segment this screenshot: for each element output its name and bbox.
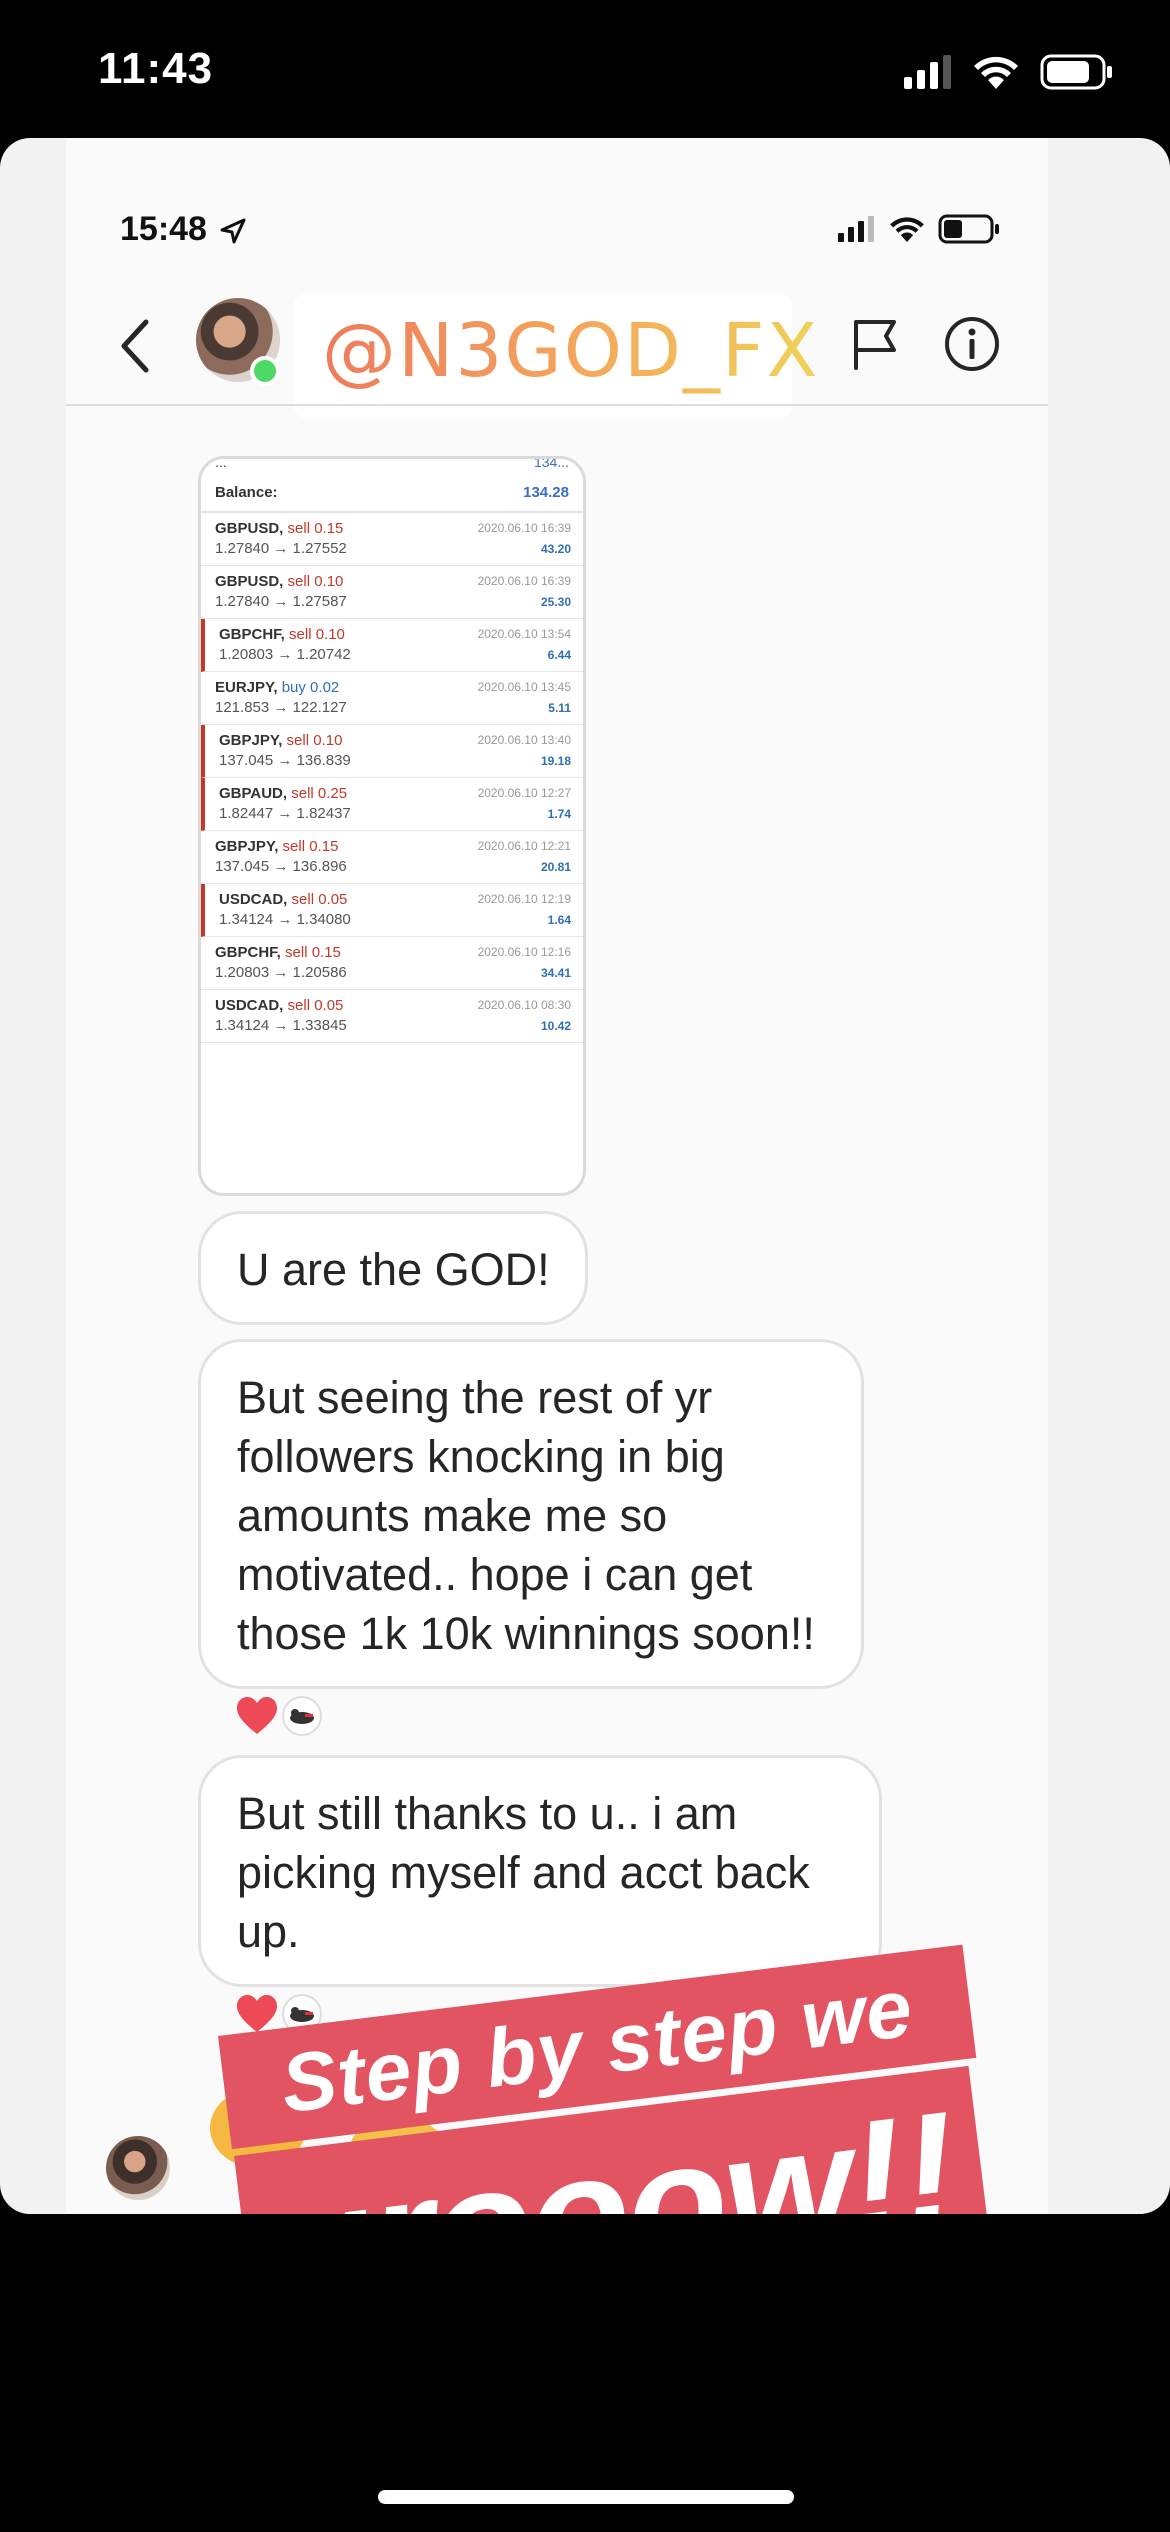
signal-icon xyxy=(838,216,874,242)
home-indicator[interactable] xyxy=(378,2490,794,2504)
trade-date: 2020.06.10 13:45 xyxy=(477,680,571,694)
inner-status-icons xyxy=(838,214,1000,244)
heart-icon xyxy=(237,1995,277,2032)
message-bubble[interactable]: But still thanks to u.. i am picking mys… xyxy=(198,1755,882,1987)
trade-profit: 20.81 xyxy=(540,860,571,874)
trade-row: GBPJPY, sell 0.15 137.045 → 136.896 2020.0… xyxy=(201,831,583,884)
trade-prices: 121.853 → 122.127 xyxy=(215,699,347,716)
balance-row: Balance: 134.28 xyxy=(201,473,583,513)
online-status-dot xyxy=(250,356,280,386)
trade-date: 2020.06.10 12:27 xyxy=(477,786,571,800)
battery-icon xyxy=(938,214,999,244)
trade-profit: 5.11 xyxy=(548,701,571,715)
trade-row: GBPCHF, sell 0.15 1.20803 → 1.20586 2020.0… xyxy=(201,937,583,990)
trades-cutoff-row: ... 134... xyxy=(215,459,569,470)
trade-prices: 1.20803 → 1.20586 xyxy=(215,964,347,981)
trade-row: USDCAD, sell 0.05 1.34124 → 1.34080 2020.0… xyxy=(201,884,583,937)
outer-clock: 11:43 xyxy=(98,44,214,93)
trade-prices: 1.27840 → 1.27552 xyxy=(215,540,347,557)
trade-profit: 19.18 xyxy=(540,754,571,768)
trade-profit: 6.44 xyxy=(547,648,571,662)
trade-date: 2020.06.10 16:39 xyxy=(477,574,571,588)
signal-icon xyxy=(904,55,951,89)
trade-profit: 34.41 xyxy=(540,966,571,980)
trade-date: 2020.06.10 13:54 xyxy=(477,627,571,641)
battery-icon xyxy=(1040,54,1112,90)
trade-date: 2020.06.10 12:21 xyxy=(477,839,571,853)
outer-status-bar: 11:43 xyxy=(0,0,1170,140)
trade-prices: 1.20803 → 1.20742 xyxy=(219,646,351,663)
trade-date: 2020.06.10 16:39 xyxy=(477,521,571,535)
trade-row: USDCAD, sell 0.05 1.34124 → 1.33845 2020.0… xyxy=(201,990,583,1043)
story-card: 15:48 @N3GOD_FX ... 134... Balance: 134.… xyxy=(0,138,1170,2214)
trade-date: 2020.06.10 12:19 xyxy=(477,892,571,906)
handle-text: @N3GOD_FX xyxy=(322,308,820,394)
message-bubble[interactable]: U are the GOD! xyxy=(198,1211,588,1325)
trade-profit: 1.64 xyxy=(547,913,571,927)
trade-row: GBPJPY, sell 0.10 137.045 → 136.839 2020.0… xyxy=(201,725,583,778)
flag-icon[interactable] xyxy=(846,314,906,374)
trade-prices: 137.045 → 136.896 xyxy=(215,858,347,875)
trade-prices: 1.82447 → 1.82437 xyxy=(219,805,351,822)
trade-prices: 1.34124 → 1.34080 xyxy=(219,911,351,928)
trade-row: GBPAUD, sell 0.25 1.82447 → 1.82437 2020.0… xyxy=(201,778,583,831)
trade-prices: 137.045 → 136.839 xyxy=(219,752,351,769)
trade-profit: 10.42 xyxy=(540,1019,571,1033)
dog-icon xyxy=(290,2007,314,2022)
message-bubble[interactable]: But seeing the rest of yr followers knoc… xyxy=(198,1339,864,1689)
dog-icon xyxy=(290,1709,314,1724)
trade-row: GBPUSD, sell 0.15 1.27840 → 1.27552 2020.0… xyxy=(201,513,583,566)
info-icon[interactable] xyxy=(942,314,1002,374)
wifi-icon xyxy=(890,217,924,242)
sender-avatar xyxy=(106,2136,170,2200)
message-reaction[interactable] xyxy=(236,1696,322,1736)
trade-profit: 43.20 xyxy=(540,542,571,556)
trade-profit: 1.74 xyxy=(547,807,571,821)
trade-history-image[interactable]: ... 134... Balance: 134.28 GBPUSD, sell … xyxy=(198,456,586,1196)
trade-prices: 1.34124 → 1.33845 xyxy=(215,1017,347,1034)
trade-prices: 1.27840 → 1.27587 xyxy=(215,593,347,610)
header-divider xyxy=(66,404,1048,406)
back-chevron-icon[interactable] xyxy=(112,314,160,378)
trade-date: 2020.06.10 08:30 xyxy=(477,998,571,1012)
trade-row: EURJPY, buy 0.02 121.853 → 122.127 2020.06… xyxy=(201,672,583,725)
outer-status-icons xyxy=(904,54,1114,90)
wifi-icon xyxy=(974,56,1018,89)
trade-date: 2020.06.10 12:16 xyxy=(477,945,571,959)
trades-tail xyxy=(201,1043,583,1063)
trade-profit: 25.30 xyxy=(540,595,571,609)
location-arrow-icon xyxy=(220,218,246,244)
trade-row: GBPCHF, sell 0.10 1.20803 → 1.20742 2020.0… xyxy=(201,619,583,672)
trade-date: 2020.06.10 13:40 xyxy=(477,733,571,747)
reactor-avatar xyxy=(282,1696,322,1736)
heart-icon xyxy=(237,1697,277,1734)
inner-clock: 15:48 xyxy=(120,210,246,249)
trade-row: GBPUSD, sell 0.10 1.27840 → 1.27587 2020.0… xyxy=(201,566,583,619)
